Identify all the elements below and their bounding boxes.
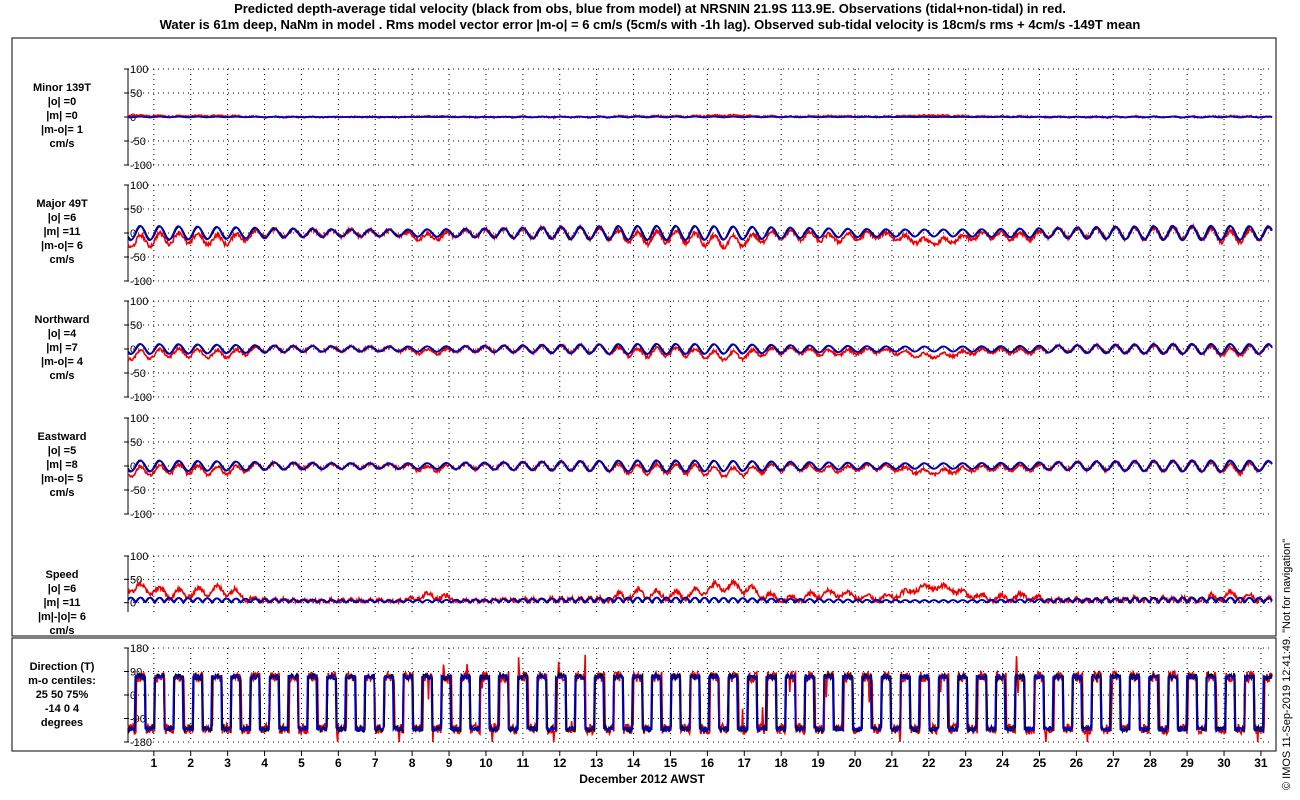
x-tick-label: 12 xyxy=(553,756,567,770)
panel-label-line: Minor 139T xyxy=(33,82,91,94)
panel-label-line: |m| =8 xyxy=(46,459,78,471)
panel-label-line: Speed xyxy=(45,569,78,581)
y-tick-label: -180 xyxy=(130,737,152,749)
panel-label-line: |m| =11 xyxy=(43,597,80,609)
y-tick-label: 50 xyxy=(130,320,142,332)
y-tick-label: -50 xyxy=(130,485,146,497)
panel-label-line: |m|-|o|= 6 xyxy=(38,611,86,623)
x-tick-label: 26 xyxy=(1070,756,1084,770)
y-tick-label: -90 xyxy=(130,714,146,726)
upper-frame xyxy=(11,37,1277,637)
panel-direction: 180900-90-180Direction (T)m-o centiles:2… xyxy=(28,643,1273,749)
y-tick-label: 100 xyxy=(130,180,148,192)
series-observed-line xyxy=(127,222,1273,250)
x-tick-label: 29 xyxy=(1180,756,1194,770)
y-tick-label: 100 xyxy=(130,64,148,76)
y-tick-label: -50 xyxy=(130,252,146,264)
panel-label-line: degrees xyxy=(41,717,83,729)
panel-label-line: Major 49T xyxy=(36,198,88,210)
y-tick-label: 100 xyxy=(130,413,148,425)
y-tick-label: 50 xyxy=(130,88,142,100)
panel-label-line: cm/s xyxy=(49,370,74,382)
panel-label-line: 25 50 75% xyxy=(36,689,89,701)
panel-label-line: cm/s xyxy=(49,625,74,637)
panel-label-line: -14 0 4 xyxy=(45,703,80,715)
x-tick-label: 6 xyxy=(335,756,342,770)
x-tick-label: 30 xyxy=(1217,756,1231,770)
x-tick-label: 14 xyxy=(627,756,641,770)
panel-north: 100500-50-100Northward|o| =4|m| =7|m-o|=… xyxy=(35,296,1273,404)
x-tick-label: 5 xyxy=(298,756,305,770)
panel-label-line: |o| =4 xyxy=(48,328,77,340)
x-tick-label: 17 xyxy=(738,756,752,770)
y-tick-label: 50 xyxy=(130,437,142,449)
credit-text: © IMOS 11-Sep-2019 12:41:49. "Not for na… xyxy=(1281,538,1293,790)
x-tick-label: 15 xyxy=(664,756,678,770)
y-tick-label: -100 xyxy=(130,160,152,172)
panel-label-line: cm/s xyxy=(49,138,74,150)
panel-label-line: |m-o|= 5 xyxy=(41,473,83,485)
x-tick-label: 8 xyxy=(409,756,416,770)
x-tick-label: 7 xyxy=(372,756,379,770)
panel-label-line: cm/s xyxy=(49,487,74,499)
x-tick-label: 22 xyxy=(922,756,936,770)
panel-major: 100500-50-100Major 49T|o| =6|m| =11|m-o|… xyxy=(36,180,1273,288)
y-tick-label: -100 xyxy=(130,392,152,404)
y-tick-label: 100 xyxy=(130,296,148,308)
x-tick-label: 11 xyxy=(517,756,530,770)
panel-minor: 100500-50-100Minor 139T|o| =0|m| =0|m-o|… xyxy=(33,64,1273,172)
panel-label-line: |m-o|= 4 xyxy=(41,356,84,368)
panel-label-line: |o| =6 xyxy=(48,583,76,595)
panel-label-line: |m| =0 xyxy=(46,110,78,122)
x-tick-label: 13 xyxy=(590,756,604,770)
y-tick-label: 180 xyxy=(130,643,148,655)
panel-label-line: |o| =5 xyxy=(48,445,76,457)
panel-label-line: Direction (T) xyxy=(30,661,95,673)
panel-label-line: Eastward xyxy=(38,431,87,443)
panel-speed: 100500Speed|o| =6|m| =11|m|-|o|= 6cm/s xyxy=(38,551,1273,637)
y-tick-label: -50 xyxy=(130,368,146,380)
x-tick-label: 23 xyxy=(959,756,973,770)
x-tick-label: 21 xyxy=(885,756,899,770)
y-tick-label: 100 xyxy=(130,551,148,563)
x-tick-label: 9 xyxy=(446,756,453,770)
x-tick-label: 25 xyxy=(1033,756,1047,770)
panel-label-line: |m-o|= 1 xyxy=(41,124,83,136)
x-tick-label: 2 xyxy=(187,756,194,770)
x-tick-label: 24 xyxy=(996,756,1010,770)
x-tick-label: 31 xyxy=(1254,756,1268,770)
panel-label-line: Northward xyxy=(35,314,90,326)
x-tick-label: 27 xyxy=(1107,756,1121,770)
panel-label-line: |o| =6 xyxy=(48,212,76,224)
x-tick-label: 18 xyxy=(775,756,789,770)
x-axis-label: December 2012 AWST xyxy=(579,772,705,786)
panel-east: 100500-50-100Eastward|o| =5|m| =8|m-o|= … xyxy=(38,413,1273,521)
x-tick-label: 1 xyxy=(150,756,157,770)
x-tick-label: 28 xyxy=(1144,756,1158,770)
panel-label-line: |m| =11 xyxy=(43,226,80,238)
series-model-line xyxy=(127,115,1273,119)
y-tick-label: 50 xyxy=(130,204,142,216)
x-tick-label: 10 xyxy=(479,756,493,770)
tidal-velocity-chart: 100500-50-100Minor 139T|o| =0|m| =0|m-o|… xyxy=(11,37,1277,786)
panel-label-line: cm/s xyxy=(49,254,74,266)
panel-label-line: |m-o|= 6 xyxy=(41,240,83,252)
x-tick-label: 4 xyxy=(261,756,268,770)
x-tick-label: 16 xyxy=(701,756,715,770)
x-tick-label: 19 xyxy=(811,756,825,770)
series-observed-line xyxy=(127,578,1273,606)
x-tick-label: 20 xyxy=(848,756,862,770)
panel-label-line: |m| =7 xyxy=(46,342,78,354)
panel-label-line: m-o centiles: xyxy=(28,675,96,687)
y-tick-label: -50 xyxy=(130,136,146,148)
panel-label-line: |o| =0 xyxy=(48,96,76,108)
y-tick-label: -100 xyxy=(130,276,152,288)
y-tick-label: -100 xyxy=(130,509,152,521)
x-tick-label: 3 xyxy=(224,756,231,770)
